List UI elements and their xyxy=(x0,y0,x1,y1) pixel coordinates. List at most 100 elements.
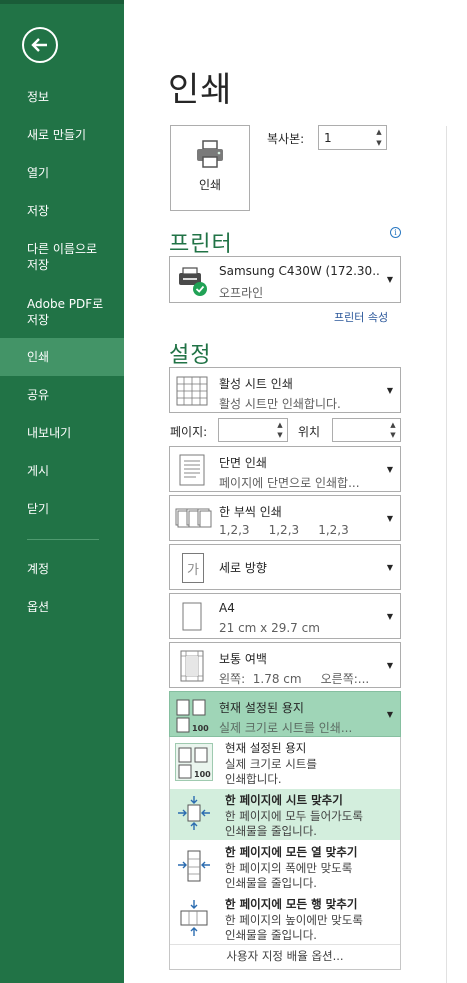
chevron-down-icon: ▼ xyxy=(386,661,393,670)
paper-size-dropdown[interactable]: A4 21 cm x 29.7 cm ▼ xyxy=(169,593,401,639)
arrow-left-icon xyxy=(31,38,47,52)
nav-label: 열기 xyxy=(27,166,50,180)
nav-print[interactable]: 인쇄 xyxy=(0,338,124,376)
nav-label: 옵션 xyxy=(27,600,50,614)
option-fit-columns[interactable]: 한 페이지에 모든 열 맞추기 한 페이지의 폭에만 맞도록 인쇄물을 줄입니다… xyxy=(170,841,400,892)
printer-dropdown[interactable]: Samsung C430W (172.30.... 오프라인 ▼ xyxy=(169,256,401,303)
margins-dropdown[interactable]: 보통 여백 왼쪽: 1.78 cm 오른쪽:... ▼ xyxy=(169,642,401,688)
spin-up-icon[interactable]: ▲ xyxy=(275,420,285,430)
fit-rows-icon xyxy=(180,900,208,936)
nav-publish[interactable]: 게시 xyxy=(0,462,124,480)
sides-sub: 페이지에 단면으로 인쇄합... xyxy=(219,476,360,490)
nav-label: 닫기 xyxy=(27,502,50,516)
back-button[interactable] xyxy=(22,27,58,63)
spin-down-icon[interactable]: ▼ xyxy=(275,430,285,440)
printer-section-title: 프린터 xyxy=(169,232,233,257)
no-scaling-icon: 100 xyxy=(175,743,213,781)
nav-new[interactable]: 새로 만들기 xyxy=(0,126,124,144)
chevron-down-icon: ▼ xyxy=(386,275,393,284)
nav-info[interactable]: 정보 xyxy=(0,88,124,106)
nav-export[interactable]: 내보내기 xyxy=(0,424,124,442)
margins-title: 보통 여백 xyxy=(219,652,267,666)
chevron-down-icon: ▼ xyxy=(386,563,393,572)
nav-options[interactable]: 옵션 xyxy=(0,598,124,616)
scaling-title: 현재 설정된 용지 xyxy=(219,701,304,715)
option-title: 한 페이지에 시트 맞추기 xyxy=(225,793,343,807)
pages-from-input[interactable]: ▲ ▼ xyxy=(218,418,288,442)
nav-open[interactable]: 열기 xyxy=(0,164,124,182)
portrait-glyph: 가 xyxy=(182,553,204,583)
orientation-dropdown[interactable]: 가 세로 방향 ▼ xyxy=(169,544,401,590)
collated-pages-icon xyxy=(175,508,212,528)
page-title: 인쇄 xyxy=(168,70,233,110)
spin-up-icon[interactable]: ▲ xyxy=(388,420,398,430)
option-no-scaling[interactable]: 100 현재 설정된 용지 실제 크기로 시트를 인쇄합니다. xyxy=(170,737,400,788)
paper-size-title: A4 xyxy=(219,601,235,615)
option-title: 한 페이지에 모든 행 맞추기 xyxy=(225,897,358,911)
custom-scaling-options-link[interactable]: 사용자 지정 배율 옵션... xyxy=(170,948,400,964)
option-fit-rows[interactable]: 한 페이지에 모든 행 맞추기 한 페이지의 높이에만 맞도록 인쇄물을 줄입니… xyxy=(170,893,400,944)
print-what-title: 활성 시트 인쇄 xyxy=(219,377,293,391)
nav-save-as[interactable]: 다른 이름으로 저장 xyxy=(0,240,124,274)
nav-label: 공유 xyxy=(27,388,50,402)
option-line2: 인쇄물을 줄입니다. xyxy=(225,876,317,890)
nav-share[interactable]: 공유 xyxy=(0,386,124,404)
copies-input[interactable]: 1 ▲ ▼ xyxy=(318,125,387,150)
print-button[interactable]: 인쇄 xyxy=(170,125,250,211)
nav-save[interactable]: 저장 xyxy=(0,202,124,220)
nav-label: 인쇄 xyxy=(27,350,50,364)
info-icon[interactable]: i xyxy=(390,227,401,238)
sidebar-top-border xyxy=(0,0,124,4)
menu-divider xyxy=(170,944,400,945)
option-title: 현재 설정된 용지 xyxy=(225,741,307,755)
collate-dropdown[interactable]: 한 부씩 인쇄 1,2,3 1,2,3 1,2,3 ▼ xyxy=(169,495,401,541)
option-fit-sheet[interactable]: 한 페이지에 시트 맞추기 한 페이지에 모두 들어가도록 인쇄물을 줄입니다. xyxy=(170,789,400,840)
printer-status: 오프라인 xyxy=(219,286,264,300)
option-line1: 실제 크기로 시트를 xyxy=(225,757,317,771)
printer-icon xyxy=(197,140,223,168)
option-line1: 한 페이지에 모두 들어가도록 xyxy=(225,809,363,823)
nav-label: Adobe PDF로 저장 xyxy=(27,297,104,327)
scale-100-text: 100 xyxy=(192,724,209,733)
nav-account[interactable]: 계정 xyxy=(0,560,124,578)
preview-divider xyxy=(446,126,447,983)
margins-sub: 왼쪽: 1.78 cm 오른쪽:... xyxy=(219,672,370,686)
nav-label: 계정 xyxy=(27,562,50,576)
nav-save-adobe-pdf[interactable]: Adobe PDF로 저장 xyxy=(0,295,124,329)
margins-icon xyxy=(180,650,204,682)
paper-size-sub: 21 cm x 29.7 cm xyxy=(219,621,320,635)
pages-to-label: 위치 xyxy=(298,425,321,439)
printer-name: Samsung C430W (172.30.... xyxy=(219,264,379,278)
print-button-label: 인쇄 xyxy=(198,178,222,192)
option-line1: 한 페이지의 높이에만 맞도록 xyxy=(225,913,363,927)
sheet-grid-icon xyxy=(176,376,208,406)
print-what-dropdown[interactable]: 활성 시트 인쇄 활성 시트만 인쇄합니다. ▼ xyxy=(169,367,401,413)
nav-label: 다른 이름으로 저장 xyxy=(27,242,98,272)
option-title: 한 페이지에 모든 열 맞추기 xyxy=(225,845,358,859)
spin-down-icon[interactable]: ▼ xyxy=(388,430,398,440)
paper-size-icon xyxy=(182,602,202,631)
spin-down-icon[interactable]: ▼ xyxy=(374,138,384,148)
sides-dropdown[interactable]: 단면 인쇄 페이지에 단면으로 인쇄합... ▼ xyxy=(169,446,401,492)
backstage-sidebar: 정보 새로 만들기 열기 저장 다른 이름으로 저장 Adobe PDF로 저장… xyxy=(0,0,124,983)
printer-properties-link[interactable]: 프린터 속성 xyxy=(334,309,388,325)
nav-close[interactable]: 닫기 xyxy=(0,500,124,518)
settings-section-title: 설정 xyxy=(169,343,212,368)
option-line1: 한 페이지의 폭에만 맞도록 xyxy=(225,861,353,875)
spin-up-icon[interactable]: ▲ xyxy=(374,127,384,137)
option-line2: 인쇄물을 줄입니다. xyxy=(225,928,317,942)
option-line2: 인쇄합니다. xyxy=(225,772,282,786)
chevron-down-icon: ▼ xyxy=(386,386,393,395)
orientation-title: 세로 방향 xyxy=(219,561,267,575)
nav-label: 내보내기 xyxy=(27,426,72,440)
scaling-dropdown[interactable]: 100 현재 설정된 용지 실제 크기로 시트를 인쇄... ▼ xyxy=(169,691,401,737)
fit-sheet-icon xyxy=(178,796,210,830)
chevron-down-icon: ▼ xyxy=(386,710,393,719)
sides-title: 단면 인쇄 xyxy=(219,456,267,470)
one-sided-page-icon xyxy=(179,454,205,486)
nav-label: 새로 만들기 xyxy=(27,128,87,142)
copies-label: 복사본: xyxy=(267,132,305,146)
nav-label: 정보 xyxy=(27,90,50,104)
print-what-sub: 활성 시트만 인쇄합니다. xyxy=(219,397,341,411)
pages-to-input[interactable]: ▲ ▼ xyxy=(332,418,401,442)
